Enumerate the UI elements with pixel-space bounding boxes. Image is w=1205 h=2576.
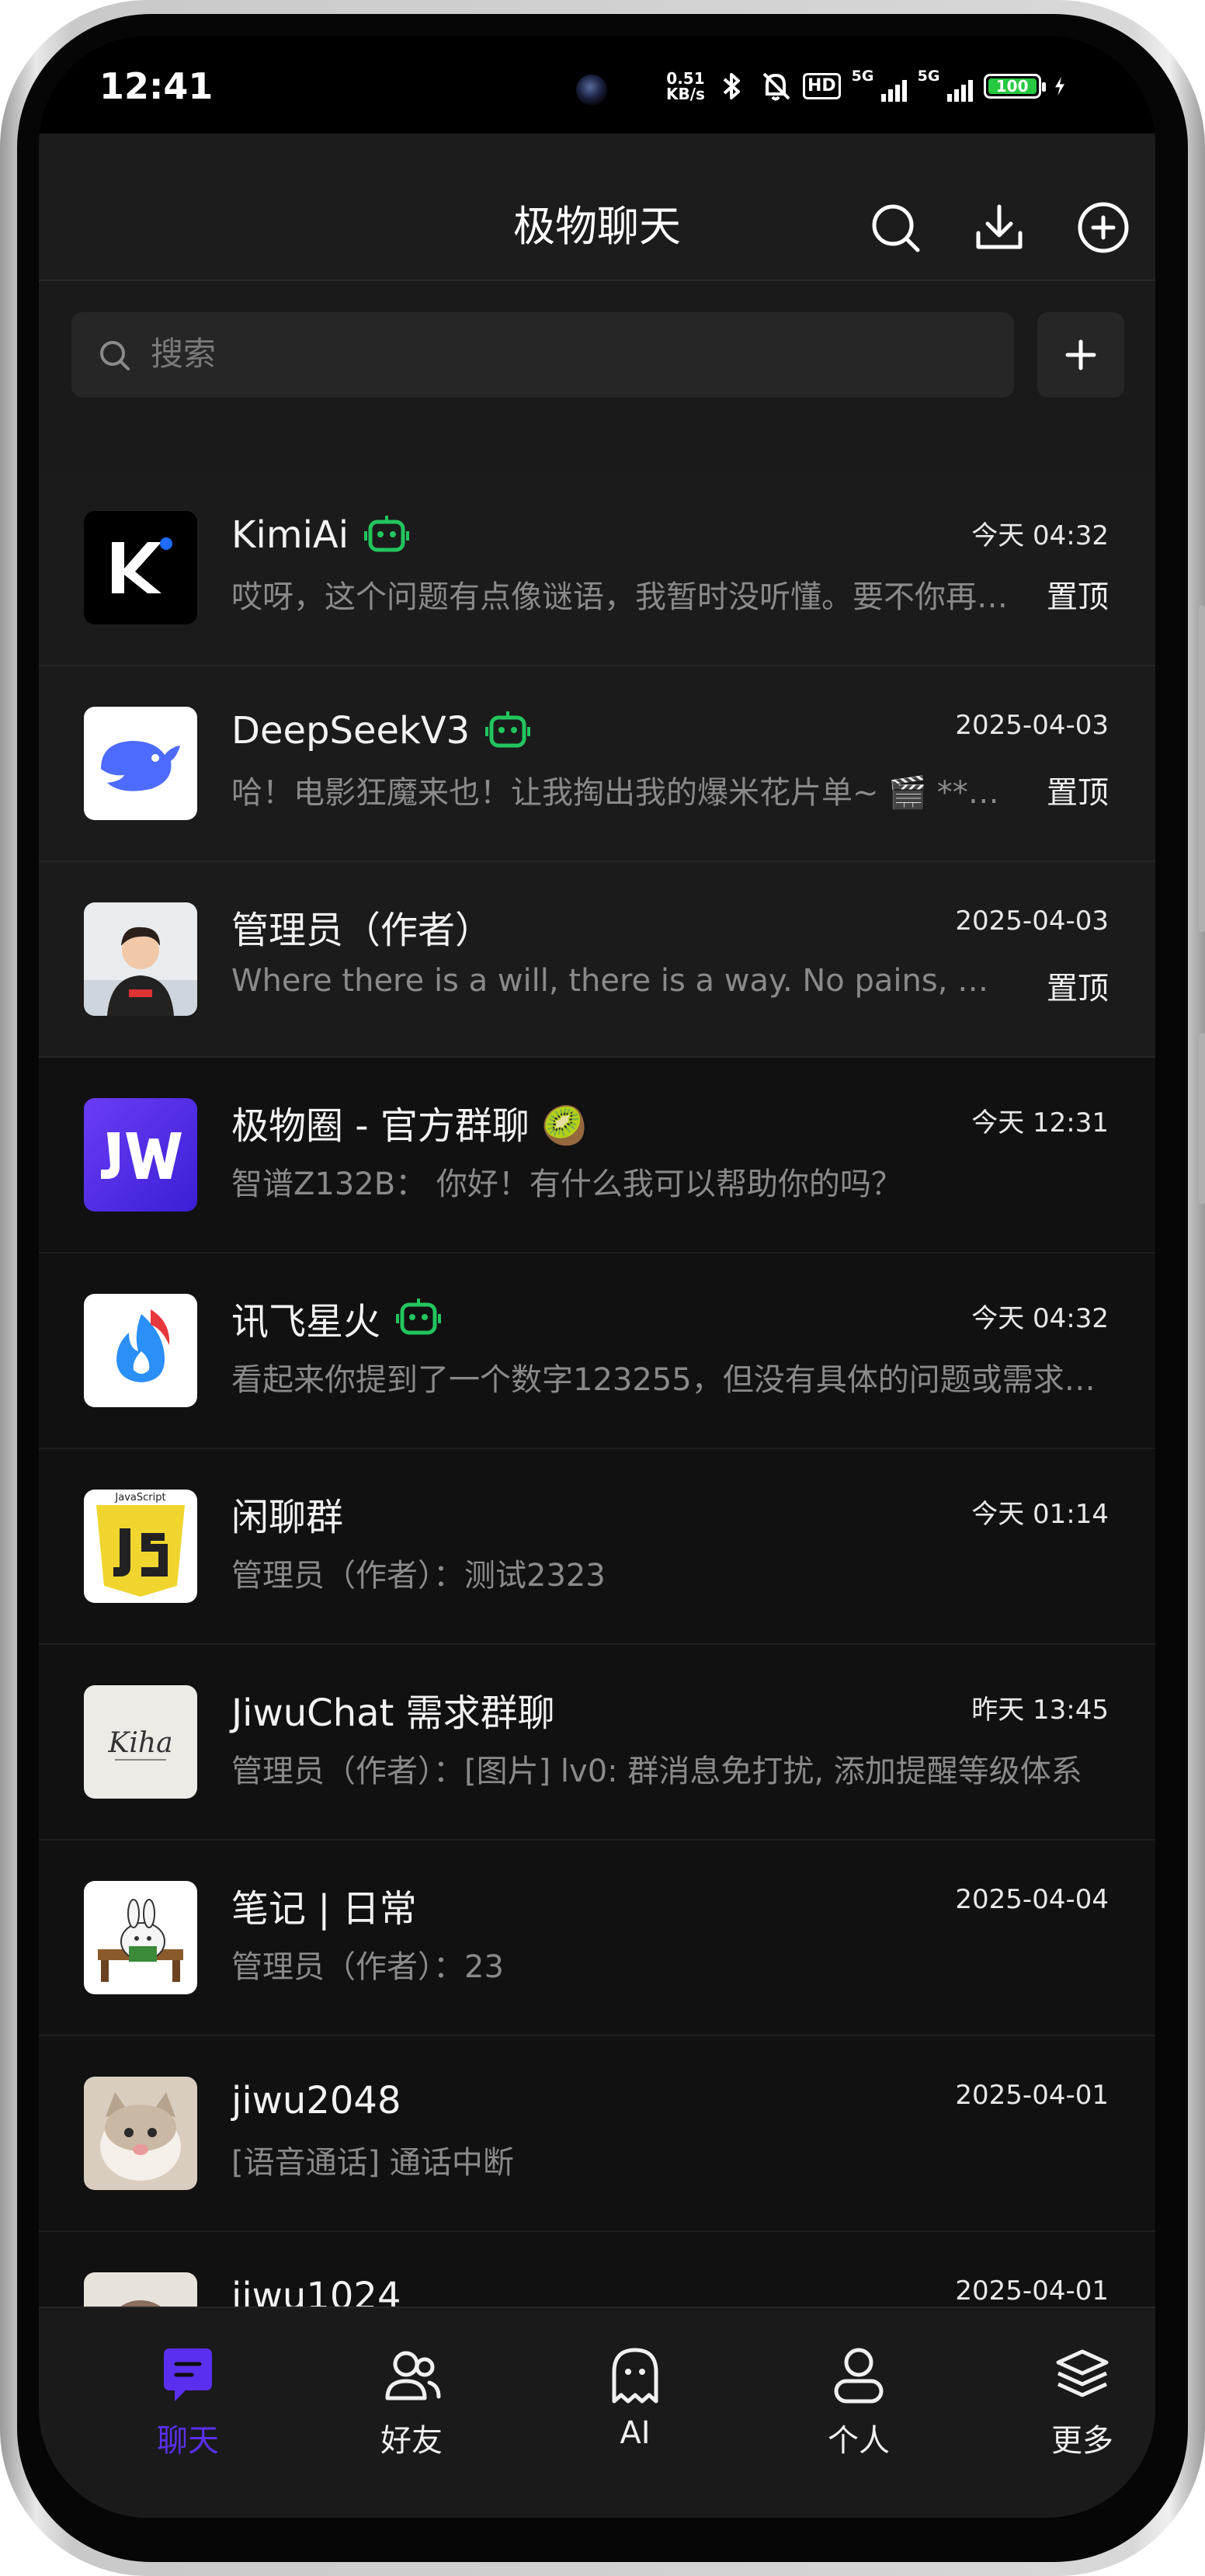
avatar: JavaScript	[84, 1490, 197, 1603]
chat-preview: 哎呀，这个问题有点像谜语，我暂时没听懂。要不你再说一下？	[231, 579, 1008, 615]
plus-icon	[1065, 339, 1096, 370]
mute-icon	[762, 72, 790, 101]
nav-chat[interactable]: 聊天	[110, 2344, 266, 2460]
screen: 12:41 0.51 KB/s HD 5G 5G 100 极物聊天 搜索 Kim…	[39, 36, 1155, 2518]
add-button[interactable]	[1037, 312, 1124, 398]
chat-preview: 管理员（作者）：23	[231, 1949, 504, 1985]
chat-item-admin[interactable]: 管理员（作者） 2025-04-03 Where there is a will…	[39, 862, 1155, 1058]
pinned-label: 置顶	[1047, 775, 1109, 811]
chat-preview: Where there is a will, there is a way. N…	[231, 963, 1008, 999]
avatar	[84, 707, 197, 820]
chat-item-jiwuchat-requirements[interactable]: Kiha JiwuChat 需求群聊 昨天 13:45 管理员（作者）：[图片]…	[39, 1645, 1155, 1841]
download-icon[interactable]	[971, 199, 1028, 256]
avatar	[84, 902, 197, 1016]
side-button	[1199, 606, 1205, 932]
avatar-logo-text: JavaScript	[114, 1492, 165, 1504]
chat-name: DeepSeekV3	[231, 709, 471, 753]
chat-name: 闲聊群	[231, 1496, 344, 1539]
search-icon	[100, 341, 130, 370]
chat-preview: 管理员（作者）：测试2323	[231, 1558, 606, 1594]
friends-icon	[385, 2351, 441, 2400]
search-placeholder: 搜索	[151, 335, 217, 373]
ghost-icon	[612, 2348, 658, 2404]
bottom-nav: 聊天 好友 AI 个人 更多	[39, 2307, 1155, 2518]
battery-icon: 100	[983, 74, 1046, 99]
nav-label: 好友	[380, 2423, 443, 2459]
hd-icon: HD	[802, 73, 841, 99]
pinned-label: 置顶	[1047, 971, 1109, 1006]
search-input[interactable]: 搜索	[71, 312, 1014, 398]
chat-item-chat-group[interactable]: JavaScript 闲聊群 今天 01:14 管理员（作者）：测试2323	[39, 1449, 1155, 1645]
chat-preview: 看起来你提到了一个数字123255，但没有具体的问题或需求说明。	[231, 1362, 1109, 1398]
chat-preview: [语音通话] 通话中断	[231, 2145, 514, 2181]
avatar-logo-text: Kiha	[107, 1727, 172, 1759]
app-header: 极物聊天	[39, 134, 1155, 281]
bot-icon	[364, 516, 410, 552]
nav-label: 聊天	[157, 2423, 219, 2459]
charging-icon	[1054, 77, 1064, 96]
chat-item-xunfei[interactable]: 讯飞星火 今天 04:32 看起来你提到了一个数字123255，但没有具体的问题…	[39, 1253, 1155, 1449]
chat-time: 今天 04:32	[971, 520, 1109, 551]
bot-icon	[396, 1298, 442, 1335]
status-bar: 12:41 0.51 KB/s HD 5G 5G 100	[39, 36, 1155, 134]
nav-label: AI	[620, 2415, 651, 2451]
avatar: Kiha	[84, 1685, 197, 1799]
chat-name: 极物圈 - 官方群聊 🥝	[231, 1104, 588, 1148]
chat-name: 笔记 | 日常	[231, 1887, 417, 1931]
chat-name: KimiAi	[231, 513, 349, 557]
avatar	[84, 1881, 197, 1994]
front-camera	[576, 75, 607, 106]
signal-icon: 5G	[918, 68, 973, 102]
side-button	[1199, 1033, 1205, 1204]
chat-item-jiwu2048[interactable]: jiwu2048 2025-04-01 [语音通话] 通话中断	[39, 2036, 1155, 2232]
avatar	[84, 2077, 197, 2190]
nav-ai[interactable]: AI	[557, 2344, 713, 2451]
chat-time: 今天 04:32	[971, 1303, 1109, 1334]
nav-friends[interactable]: 好友	[334, 2344, 489, 2460]
layers-icon	[1056, 2349, 1109, 2397]
chat-time: 昨天 13:45	[971, 1695, 1109, 1726]
chat-name: jiwu2048	[231, 2079, 401, 2122]
chat-preview: 智谱Z132B： 你好！有什么我可以帮助你的吗？	[231, 1166, 902, 1202]
add-circle-icon[interactable]	[1075, 199, 1132, 256]
chat-preview: 管理员（作者）：[图片] lv0: 群消息免打扰, 添加提醒等级体系	[231, 1754, 1082, 1789]
chat-time: 2025-04-03	[955, 906, 1109, 937]
search-icon[interactable]	[866, 199, 924, 256]
chat-time: 2025-04-03	[955, 710, 1109, 741]
bluetooth-icon	[723, 73, 740, 99]
chat-item-deepseek[interactable]: DeepSeekV3 2025-04-03 哈！电影狂魔来也！让我掏出我的爆米花…	[39, 666, 1155, 862]
nav-label: 更多	[1051, 2423, 1113, 2459]
chat-preview: 哈！电影狂魔来也！让我掏出我的爆米花片单~ 🎬 **轻松解压类**	[231, 775, 1008, 811]
chat-bubble-icon	[164, 2348, 212, 2401]
chat-name: JiwuChat 需求群聊	[231, 1691, 555, 1735]
avatar	[84, 511, 197, 624]
chat-time: 2025-04-01	[955, 2080, 1109, 2111]
signal-icon: 5G	[852, 68, 907, 102]
chat-time: 2025-04-01	[955, 2275, 1109, 2307]
chat-name: 管理员（作者）	[231, 909, 493, 952]
nav-profile[interactable]: 个人	[781, 2344, 936, 2460]
chat-time: 今天 12:31	[971, 1107, 1109, 1139]
avatar	[84, 1098, 197, 1212]
bot-icon	[485, 711, 531, 748]
chat-item-jiwu-official-group[interactable]: 极物圈 - 官方群聊 🥝 今天 12:31 智谱Z132B： 你好！有什么我可以…	[39, 1058, 1155, 1253]
chat-time: 2025-04-04	[955, 1884, 1109, 1915]
avatar	[84, 1294, 197, 1407]
chat-time: 今天 01:14	[971, 1499, 1109, 1530]
chat-list: KimiAi 今天 04:32 哎呀，这个问题有点像谜语，我暂时没听懂。要不你再…	[39, 471, 1155, 2428]
status-icons: 0.51 KB/s HD 5G 5G 100	[666, 67, 1074, 106]
phone-frame: 12:41 0.51 KB/s HD 5G 5G 100 极物聊天 搜索 Kim…	[0, 0, 1205, 2576]
status-time: 12:41	[99, 65, 214, 107]
nav-label: 个人	[828, 2423, 890, 2459]
nav-more[interactable]: 更多	[1005, 2344, 1155, 2460]
battery-level: 100	[988, 78, 1037, 94]
chat-name: 讯飞星火	[231, 1300, 381, 1344]
pinned-label: 置顶	[1047, 579, 1109, 615]
chat-item-kimiai[interactable]: KimiAi 今天 04:32 哎呀，这个问题有点像谜语，我暂时没听懂。要不你再…	[39, 471, 1155, 666]
chat-item-notes[interactable]: 笔记 | 日常 2025-04-04 管理员（作者）：23	[39, 1841, 1155, 2036]
person-icon	[834, 2348, 884, 2404]
net-speed: 0.51 KB/s	[666, 69, 705, 103]
